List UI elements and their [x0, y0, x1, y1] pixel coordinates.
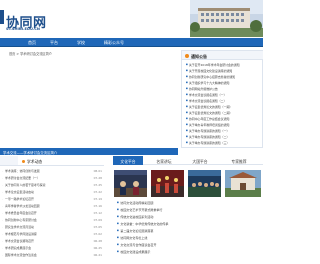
list-item-title: 一带一路学术论坛召开: [5, 197, 34, 201]
tab-masters-forum[interactable]: 名家讲坛: [149, 156, 179, 165]
list-item[interactable]: 协同创新中心专家研讨会 07-09: [2, 218, 102, 223]
notice-item[interactable]: 协同中心年度工作总结会议通知: [186, 117, 262, 121]
list-item-title: 青年学者学术沙龙活动回顾: [5, 204, 40, 208]
tab-culture-platform[interactable]: 文化平台: [113, 156, 143, 165]
list-item[interactable]: 文化交流与合作座谈会召开: [117, 243, 257, 247]
list-item-date: 06-25: [93, 246, 102, 250]
list-item-title: 关于协同育人的若干思考与探索: [5, 183, 46, 187]
tab-national-platform[interactable]: 大国平台: [185, 156, 215, 165]
culture-photo[interactable]: [188, 170, 221, 197]
list-item-date: 07-25: [93, 183, 102, 187]
list-item[interactable]: 学术讲座：协同创新与发展 08-01: [2, 169, 102, 174]
list-item-title: 学术交流会议顺利召开: [5, 239, 34, 243]
list-item[interactable]: 学术交流会议顺利召开 06-28: [2, 239, 102, 244]
list-item[interactable]: 协同文化活动周精彩回顾: [117, 201, 257, 205]
header-campus-photo: [190, 0, 263, 37]
notice-item[interactable]: 关于举办青年教师培训班的通知: [186, 123, 262, 127]
list-item-title: 学术论文征集活动启动: [5, 190, 34, 194]
nav-item-home[interactable]: 首页: [28, 40, 36, 46]
list-item-date: 07-19: [93, 197, 102, 201]
notice-item[interactable]: 关于组织学习十九大精神的通知: [186, 81, 262, 85]
notice-item[interactable]: 关于开展校园文化建设讲座的通知: [186, 69, 262, 73]
list-item-date: 07-22: [93, 190, 102, 194]
notice-item[interactable]: 关于举办专题讲座的通知（三）: [186, 141, 262, 145]
list-item-title: 学术委员会年度会议召开: [5, 211, 37, 215]
site-logo-subtitle: ST.SHINI.EDU.CN: [6, 27, 40, 31]
list-item[interactable]: 一带一路学术论坛召开 07-19: [2, 197, 102, 202]
list-item[interactable]: 学术研究成果展示会 06-25: [2, 246, 102, 251]
list-item[interactable]: 学术论文征集活动启动 07-22: [2, 190, 102, 195]
notice-item[interactable]: 关于征集优秀论文的通知（二期）: [186, 111, 262, 115]
culture-photo[interactable]: [114, 170, 147, 197]
list-item[interactable]: 传统文化进校园系列活动: [117, 215, 257, 219]
notice-item[interactable]: 关于征集优秀论文的通知（一期）: [186, 105, 262, 109]
notice-item[interactable]: 学术交流会议报名通知（一）: [186, 93, 262, 97]
list-item[interactable]: 第二届文化论坛圆满落幕: [117, 229, 257, 233]
notice-panel: 通知公告 关于召开2018年学术年会研讨会的通知 关于开展校园文化建设讲座的通知…: [181, 50, 263, 148]
list-item[interactable]: 校园文化建设成果展示: [117, 250, 257, 254]
logo-mark: [0, 10, 4, 24]
nav-item-school[interactable]: 学校: [77, 40, 85, 46]
notice-item[interactable]: 协同创新研究中心招募志愿者的通知: [186, 75, 262, 79]
list-item-title: 协同创新中心专家研讨会: [5, 218, 37, 222]
main-nav: 首页 平台 学校 精彩公众号: [0, 38, 263, 47]
list-item-title: 学术规范与学风建设讲座: [5, 232, 37, 236]
list-item-title: 学术讲座：协同创新与发展: [5, 169, 40, 173]
tab-expert-recommend[interactable]: 专家推荐: [221, 156, 257, 165]
list-item[interactable]: 国际学术交流合作洽谈会 06-21: [2, 253, 102, 258]
list-item-date: 07-12: [93, 211, 102, 215]
nav-item-wechat[interactable]: 精彩公众号: [104, 40, 124, 46]
nav-item-platform[interactable]: 平台: [50, 40, 58, 46]
list-item-title: 学术研讨会交流纪要（一）: [5, 176, 40, 180]
list-item-title: 国际学术交流合作洽谈会: [5, 253, 37, 257]
list-item-date: 07-05: [93, 225, 102, 229]
list-item[interactable]: 校园文化艺术节开幕式隆重举行: [117, 208, 257, 212]
list-item[interactable]: 青年学者学术沙龙活动回顾 07-16: [2, 204, 102, 209]
notice-item[interactable]: 学术交流会议报名通知（二）: [186, 99, 262, 103]
culture-photo[interactable]: [151, 170, 184, 197]
list-item[interactable]: 学术规范与学风建设讲座 07-02: [2, 232, 102, 237]
bullhorn-icon: [185, 53, 189, 58]
notice-item[interactable]: 关于举办专题讲座的通知（一）: [186, 129, 262, 133]
notice-item[interactable]: 关于举办专题讲座的通知（二）: [186, 135, 262, 139]
study-tab-news[interactable]: 学术动态: [22, 156, 50, 165]
intro-content-area: [0, 57, 178, 139]
list-item[interactable]: 学术委员会年度会议召开 07-12: [2, 211, 102, 216]
list-item-date: 07-09: [93, 218, 102, 222]
breadcrumb: 首页 > 学术研讨会交流区简介: [9, 52, 52, 56]
list-item-date: 08-01: [93, 169, 102, 173]
notice-item[interactable]: 关于召开2018年学术年会研讨会的通知: [186, 63, 262, 67]
study-panel: 学术动态 学术讲座：协同创新与发展 08-01 学术研讨会交流纪要（一） 07-28…: [0, 156, 104, 264]
list-item-date: 06-21: [93, 253, 102, 257]
culture-tabs: 文化平台 名家讲坛 大国平台 专家推荐: [113, 156, 263, 165]
list-item-date: 07-28: [93, 176, 102, 180]
list-item-date: 07-16: [93, 204, 102, 208]
list-item-title: 学术研究成果展示会: [5, 246, 32, 250]
study-tab-home[interactable]: [0, 156, 18, 165]
list-item-date: 06-28: [93, 239, 102, 243]
list-item-date: 07-02: [93, 232, 102, 236]
list-item-title: 研究生学术交流月活动: [5, 225, 34, 229]
list-item[interactable]: 协同网文化专栏上线: [117, 236, 257, 240]
notice-header: 通知公告: [182, 51, 263, 60]
list-item[interactable]: 文化讲堂：中华优秀传统文化的传承: [117, 222, 257, 226]
divider: [0, 165, 104, 166]
list-item[interactable]: 学术研讨会交流纪要（一） 07-28: [2, 176, 102, 181]
site-header: 协同网 ST.SHINI.EDU.CN: [0, 0, 263, 38]
list-item[interactable]: 研究生学术交流月活动 07-05: [2, 225, 102, 230]
banner-text[interactable]: 学术交流——学术研讨会交流区简介: [3, 150, 57, 155]
notice-item[interactable]: 协同网站升级维护公告: [186, 87, 262, 91]
notice-title: 通知公告: [191, 53, 207, 59]
culture-photo[interactable]: [225, 170, 261, 197]
list-item[interactable]: 关于协同育人的若干思考与探索 07-25: [2, 183, 102, 188]
section-banner: 学术交流——学术研讨会交流区简介: [0, 148, 178, 155]
